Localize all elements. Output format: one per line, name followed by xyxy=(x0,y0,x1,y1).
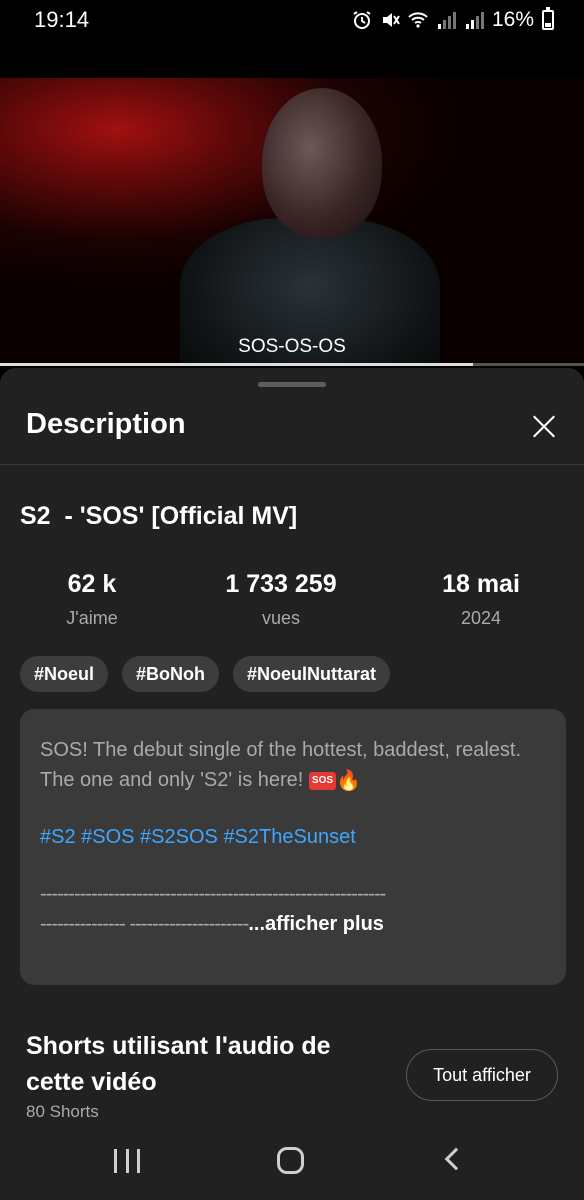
tag-list: #Noeul #BoNoh #NoeulNuttarat xyxy=(20,656,391,692)
description-box[interactable]: SOS! The debut single of the hottest, ba… xyxy=(20,709,566,985)
show-all-button[interactable]: Tout afficher xyxy=(406,1049,558,1101)
video-subtitle: SOS-OS-OS xyxy=(238,336,346,357)
video-player[interactable]: SOS-OS-OS xyxy=(0,40,584,366)
fire-emoji-icon: 🔥 xyxy=(336,769,361,792)
stat-views: 1 733 259 vues xyxy=(191,570,371,629)
stat-date-value: 18 mai xyxy=(442,570,520,598)
video-progress-fill xyxy=(0,363,474,366)
stat-views-value: 1 733 259 xyxy=(225,570,337,598)
video-title: S2 - 'SOS' [Official MV] xyxy=(20,502,298,530)
back-icon[interactable] xyxy=(444,1147,468,1171)
recents-icon[interactable] xyxy=(114,1149,140,1173)
description-dashes: ----------------------------------------… xyxy=(40,879,546,909)
shorts-count: 80 Shorts xyxy=(26,1102,99,1121)
description-sheet: Description S2 - 'SOS' [Official MV] 62 … xyxy=(0,368,584,1200)
dashes-line: --------------- --------------------- xyxy=(40,912,249,935)
sheet-title: Description xyxy=(26,408,186,440)
drag-handle[interactable] xyxy=(258,382,326,387)
stat-likes-label: J'aime xyxy=(66,608,118,628)
stat-date: 18 mai 2024 xyxy=(391,570,571,629)
stat-date-label: 2024 xyxy=(460,608,502,628)
system-nav-bar xyxy=(0,1120,584,1200)
mute-icon xyxy=(382,13,400,27)
status-bar: 19:14 16% xyxy=(0,0,584,40)
signal-icon xyxy=(437,12,456,29)
wifi-icon xyxy=(408,12,428,28)
description-body: SOS! The debut single of the hottest, ba… xyxy=(40,739,522,791)
divider xyxy=(0,464,584,465)
dashes-line: ----------------------------------------… xyxy=(40,882,386,905)
stat-views-label: vues xyxy=(261,608,301,628)
show-more-link[interactable]: ...afficher plus xyxy=(248,913,384,935)
close-button[interactable] xyxy=(528,410,560,442)
tag-chip[interactable]: #BoNoh xyxy=(122,656,220,692)
battery-icon xyxy=(542,7,554,30)
video-figure-head xyxy=(262,88,382,238)
description-text: SOS! The debut single of the hottest, ba… xyxy=(40,735,546,796)
shorts-section-title: Shorts utilisant l'audio de cette vidéo xyxy=(26,1032,331,1096)
home-icon[interactable] xyxy=(277,1147,304,1174)
tag-chip[interactable]: #Noeul xyxy=(20,656,109,692)
stat-likes: 62 k J'aime xyxy=(2,570,182,629)
stat-likes-value: 62 k xyxy=(67,570,117,598)
sos-emoji-icon: SOS xyxy=(308,771,337,790)
signal-icon xyxy=(465,12,484,29)
status-time: 19:14 xyxy=(34,7,90,32)
alarm-icon xyxy=(353,11,371,29)
description-hashtags[interactable]: #S2 #SOS #S2SOS #S2TheSunset xyxy=(40,826,546,849)
battery-percent: 16% xyxy=(491,8,534,31)
status-icons: 16% xyxy=(352,7,554,32)
video-frame[interactable]: SOS-OS-OS xyxy=(0,78,584,366)
dashes-more-line: --------------- ---------------------...… xyxy=(40,909,410,939)
video-progress-bar[interactable] xyxy=(0,363,584,366)
tag-chip[interactable]: #NoeulNuttarat xyxy=(233,656,391,692)
